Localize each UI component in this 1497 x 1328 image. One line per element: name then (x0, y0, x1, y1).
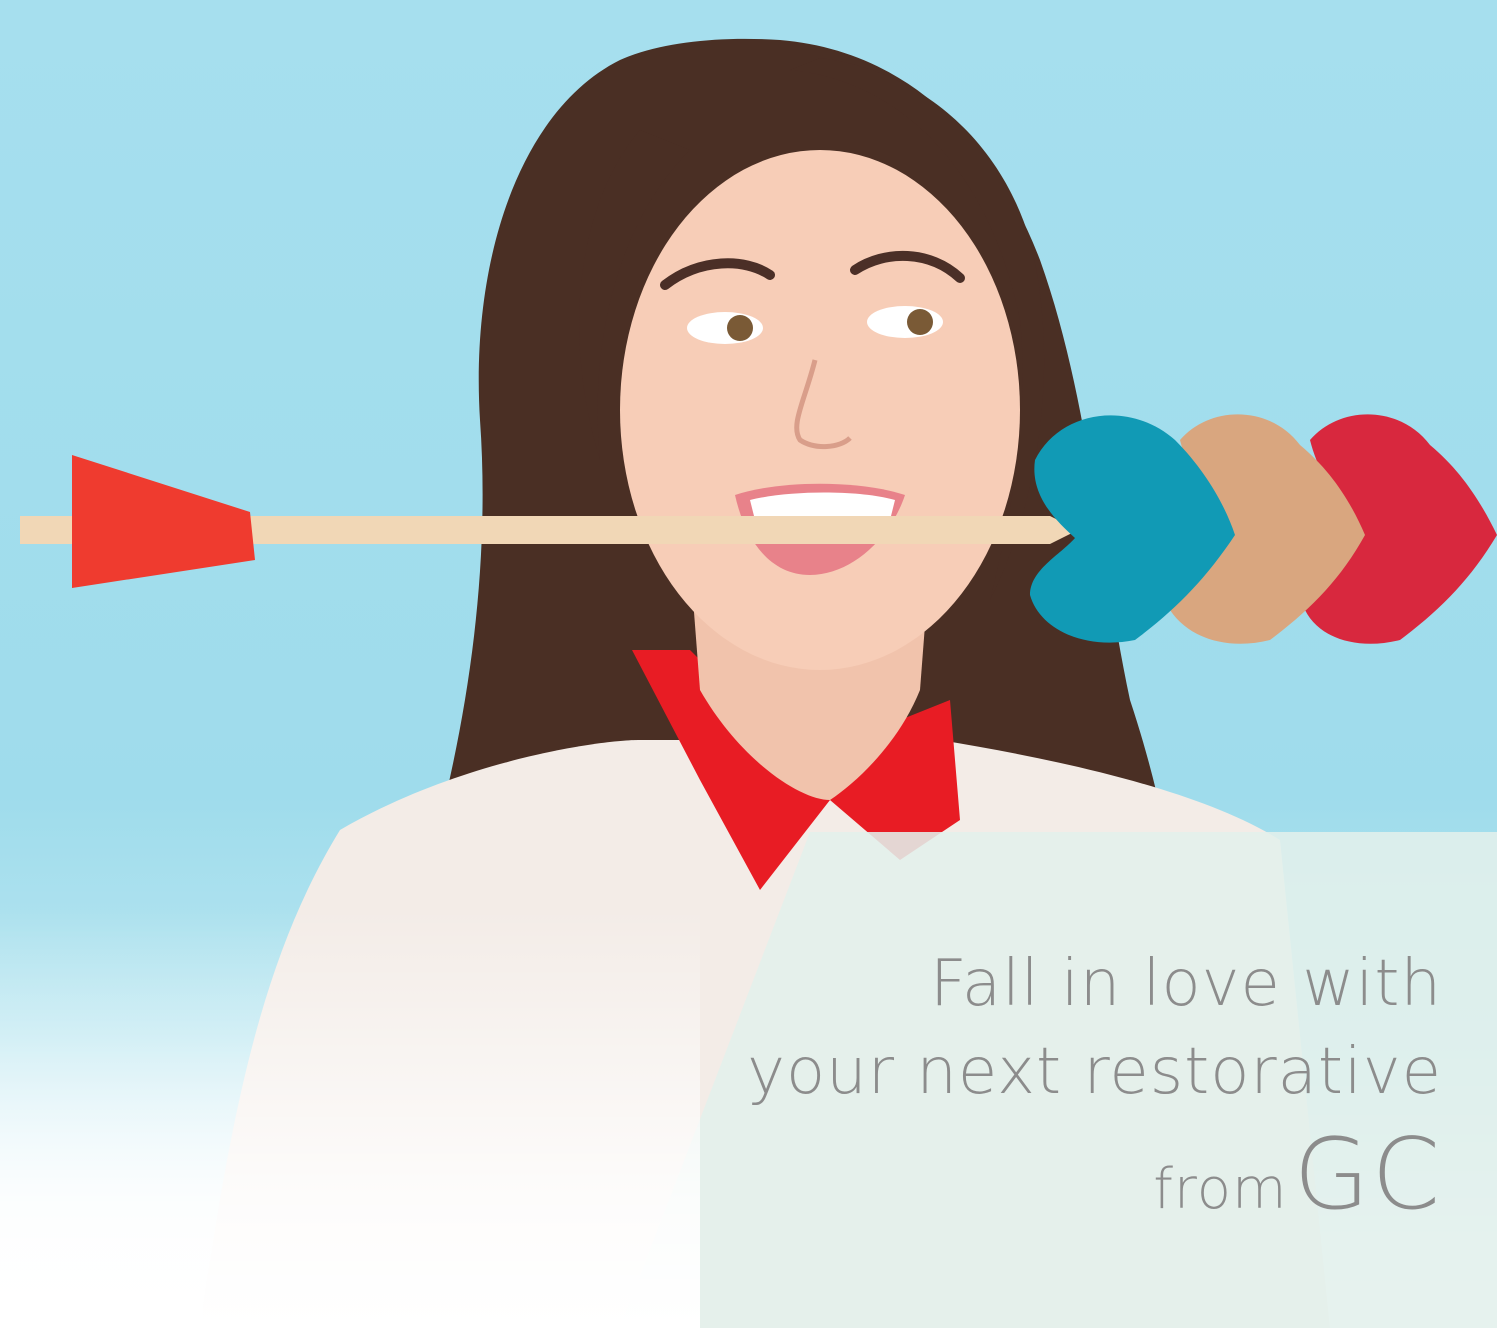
headline-from: from (1153, 1157, 1288, 1222)
arrow-tip (72, 455, 255, 588)
bottom-fade (0, 908, 700, 1328)
headline-line-1: Fall in love with (929, 947, 1442, 1021)
face (620, 150, 1020, 670)
brand-name: GC (1293, 1118, 1442, 1232)
headline-line-2: your next restorative (747, 1035, 1442, 1109)
headline: Fall in love with your next restorative … (747, 940, 1442, 1232)
ad-banner: Fall in love with your next restorative … (0, 0, 1497, 1328)
headline-line-3: from GC (747, 1118, 1442, 1232)
